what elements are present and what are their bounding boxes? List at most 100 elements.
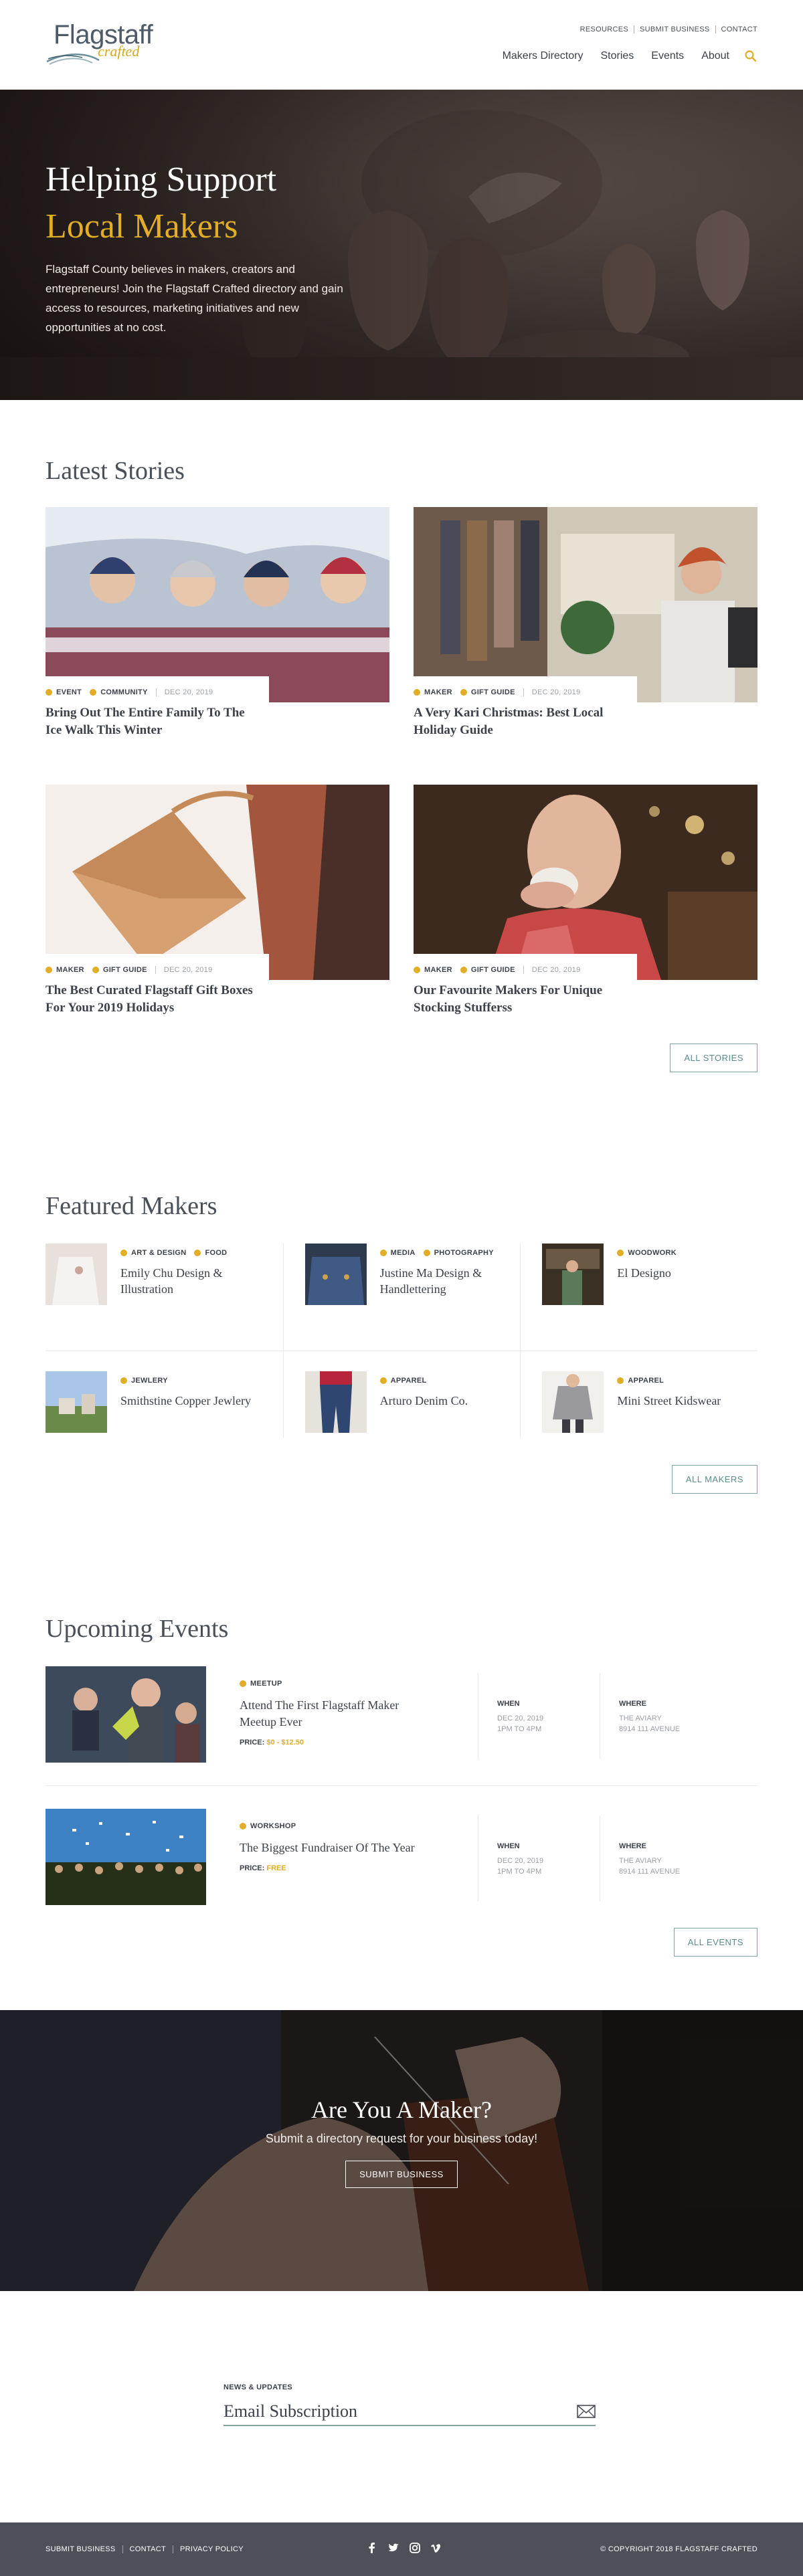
- maker-tag[interactable]: FOOD: [194, 1249, 227, 1257]
- nav-stories[interactable]: Stories: [600, 50, 634, 62]
- story-date: DEC 20, 2019: [523, 966, 581, 974]
- site-logo[interactable]: Flagstaff crafted: [46, 20, 153, 67]
- facebook-icon[interactable]: [365, 2541, 379, 2555]
- maker-card[interactable]: APPAREL Mini Street Kidswear: [520, 1351, 757, 1438]
- search-icon[interactable]: [744, 49, 757, 63]
- hero-title-line1: Helping Support: [46, 161, 277, 199]
- story-card[interactable]: EVENT COMMUNITY DEC 20, 2019 Bring Out T…: [46, 507, 389, 739]
- story-tag[interactable]: MAKER: [414, 688, 452, 696]
- submit-business-button[interactable]: SUBMIT BUSINESS: [345, 2161, 458, 2188]
- all-makers-button[interactable]: ALL MAKERS: [671, 1465, 757, 1494]
- maker-tag[interactable]: WOODWORK: [617, 1249, 677, 1257]
- story-tag[interactable]: MAKER: [46, 966, 84, 974]
- util-link-resources[interactable]: RESOURCES: [575, 25, 634, 33]
- story-title[interactable]: Our Favourite Makers For Unique Stocking…: [414, 982, 621, 1017]
- gift-icon: [460, 689, 467, 696]
- maker-name[interactable]: Arturo Denim Co.: [380, 1393, 514, 1409]
- footer-link-submit-business[interactable]: SUBMIT BUSINESS: [46, 2545, 123, 2553]
- maker-name[interactable]: Emily Chu Design & Illustration: [120, 1265, 254, 1297]
- maker-name[interactable]: Justine Ma Design & Handlettering: [380, 1265, 514, 1297]
- story-tag[interactable]: COMMUNITY: [90, 688, 148, 696]
- maker-tag[interactable]: ART & DESIGN: [120, 1249, 186, 1257]
- email-subscription-input[interactable]: [224, 2401, 545, 2421]
- cta-title: Are You A Maker?: [311, 2096, 492, 2123]
- event-image-fundraiser: [46, 1809, 206, 1905]
- story-title[interactable]: Bring Out The Entire Family To The Ice W…: [46, 704, 253, 739]
- all-events-button[interactable]: ALL EVENTS: [673, 1928, 757, 1957]
- gift-icon: [460, 967, 467, 973]
- newsletter-label: NEWS & UPDATES: [224, 2383, 293, 2391]
- nav-events[interactable]: Events: [651, 50, 684, 62]
- twitter-icon[interactable]: [387, 2541, 400, 2555]
- art-design-icon: [120, 1250, 127, 1256]
- instagram-icon[interactable]: [408, 2541, 422, 2555]
- event-row[interactable]: MEETUP Attend The First Flagstaff Maker …: [46, 1666, 757, 1765]
- event-tag[interactable]: WORKSHOP: [240, 1822, 296, 1830]
- meetup-icon: [240, 1680, 246, 1687]
- maker-card[interactable]: JEWLERY Smithstine Copper Jewlery: [46, 1351, 283, 1438]
- maker-tag[interactable]: MEDIA: [379, 1249, 416, 1257]
- story-title[interactable]: The Best Curated Flagstaff Gift Boxes Fo…: [46, 982, 253, 1017]
- maker-tag[interactable]: JEWLERY: [120, 1377, 168, 1385]
- maker-name[interactable]: El Designo: [617, 1265, 751, 1281]
- all-stories-button[interactable]: ALL STORIES: [670, 1044, 757, 1072]
- story-card[interactable]: MAKER GIFT GUIDE DEC 20, 2019 Our Favour…: [414, 785, 757, 1017]
- apparel-icon: [379, 1377, 387, 1384]
- maker-card[interactable]: APPAREL Arturo Denim Co.: [282, 1351, 521, 1438]
- footer-link-contact[interactable]: CONTACT: [123, 2545, 173, 2553]
- maker-name[interactable]: Smithstine Copper Jewlery: [120, 1393, 254, 1409]
- maker-icon: [414, 967, 420, 973]
- story-card[interactable]: MAKER GIFT GUIDE DEC 20, 2019 The Best C…: [46, 785, 389, 1017]
- event-row[interactable]: WORKSHOP The Biggest Fundraiser Of The Y…: [46, 1809, 757, 1908]
- story-tag[interactable]: GIFT GUIDE: [92, 966, 147, 974]
- event-title[interactable]: Attend The First Flagstaff Maker Meetup …: [240, 1697, 434, 1730]
- event-price: PRICE: $0 - $12.50: [240, 1739, 304, 1747]
- footer-link-privacy-policy[interactable]: PRIVACY POLICY: [173, 2545, 250, 2553]
- media-icon: [379, 1250, 387, 1256]
- maker-card[interactable]: MEDIA PHOTOGRAPHY Justine Ma Design & Ha…: [282, 1244, 521, 1351]
- hero-banner: Helping Support Local Makers Flagstaff C…: [0, 90, 803, 400]
- story-date: DEC 20, 2019: [155, 688, 213, 696]
- event-price: PRICE: FREE: [240, 1864, 286, 1872]
- util-link-submit-business[interactable]: SUBMIT BUSINESS: [634, 25, 716, 33]
- story-image-holiday-shop: [414, 507, 757, 702]
- event-title[interactable]: The Biggest Fundraiser Of The Year: [240, 1840, 434, 1856]
- story-meta: EVENT COMMUNITY DEC 20, 2019: [46, 688, 269, 696]
- story-image-leather-bag: [46, 785, 389, 980]
- story-tag[interactable]: GIFT GUIDE: [460, 966, 515, 974]
- story-tag[interactable]: EVENT: [46, 688, 82, 696]
- maker-thumbnail: [46, 1244, 107, 1305]
- workshop-icon: [240, 1823, 246, 1829]
- utility-nav: RESOURCES SUBMIT BUSINESS CONTACT: [575, 25, 757, 33]
- maker-card[interactable]: WOODWORK El Designo: [520, 1244, 757, 1351]
- upcoming-events-title: Upcoming Events: [46, 1615, 229, 1643]
- woodwork-icon: [617, 1250, 624, 1256]
- hero-text: Helping Support Local Makers Flagstaff C…: [46, 157, 360, 337]
- makers-grid: ART & DESIGN FOOD Emily Chu Design & Ill…: [46, 1244, 757, 1438]
- vimeo-icon[interactable]: [430, 2541, 443, 2555]
- story-tag[interactable]: GIFT GUIDE: [460, 688, 515, 696]
- featured-makers-title: Featured Makers: [46, 1192, 217, 1220]
- nav-makers-directory[interactable]: Makers Directory: [503, 50, 584, 62]
- maker-tag[interactable]: APPAREL: [379, 1377, 427, 1385]
- maker-icon: [46, 967, 52, 973]
- maker-thumbnail: [542, 1371, 604, 1433]
- food-icon: [194, 1250, 201, 1256]
- util-link-contact[interactable]: CONTACT: [716, 25, 757, 33]
- nav-about[interactable]: About: [701, 50, 729, 62]
- apparel-icon: [617, 1377, 624, 1384]
- maker-tag[interactable]: PHOTOGRAPHY: [423, 1249, 494, 1257]
- location-pin-icon: [46, 689, 52, 696]
- maker-card[interactable]: ART & DESIGN FOOD Emily Chu Design & Ill…: [46, 1244, 283, 1351]
- cta-body: Submit a directory request for your busi…: [265, 2132, 538, 2145]
- hero-body: Flagstaff County believes in makers, cre…: [46, 263, 343, 334]
- copyright: © COPYRIGHT 2018 FLAGSTAFF CRAFTED: [600, 2545, 757, 2553]
- story-title[interactable]: A Very Kari Christmas: Best Local Holida…: [414, 704, 621, 739]
- event-tag[interactable]: MEETUP: [240, 1680, 282, 1688]
- story-card[interactable]: MAKER GIFT GUIDE DEC 20, 2019 A Very Kar…: [414, 507, 757, 739]
- story-tag[interactable]: MAKER: [414, 966, 452, 974]
- maker-name[interactable]: Mini Street Kidswear: [617, 1393, 751, 1409]
- envelope-icon[interactable]: [577, 2404, 596, 2419]
- maker-tag[interactable]: APPAREL: [617, 1377, 664, 1385]
- jewelry-icon: [120, 1377, 127, 1384]
